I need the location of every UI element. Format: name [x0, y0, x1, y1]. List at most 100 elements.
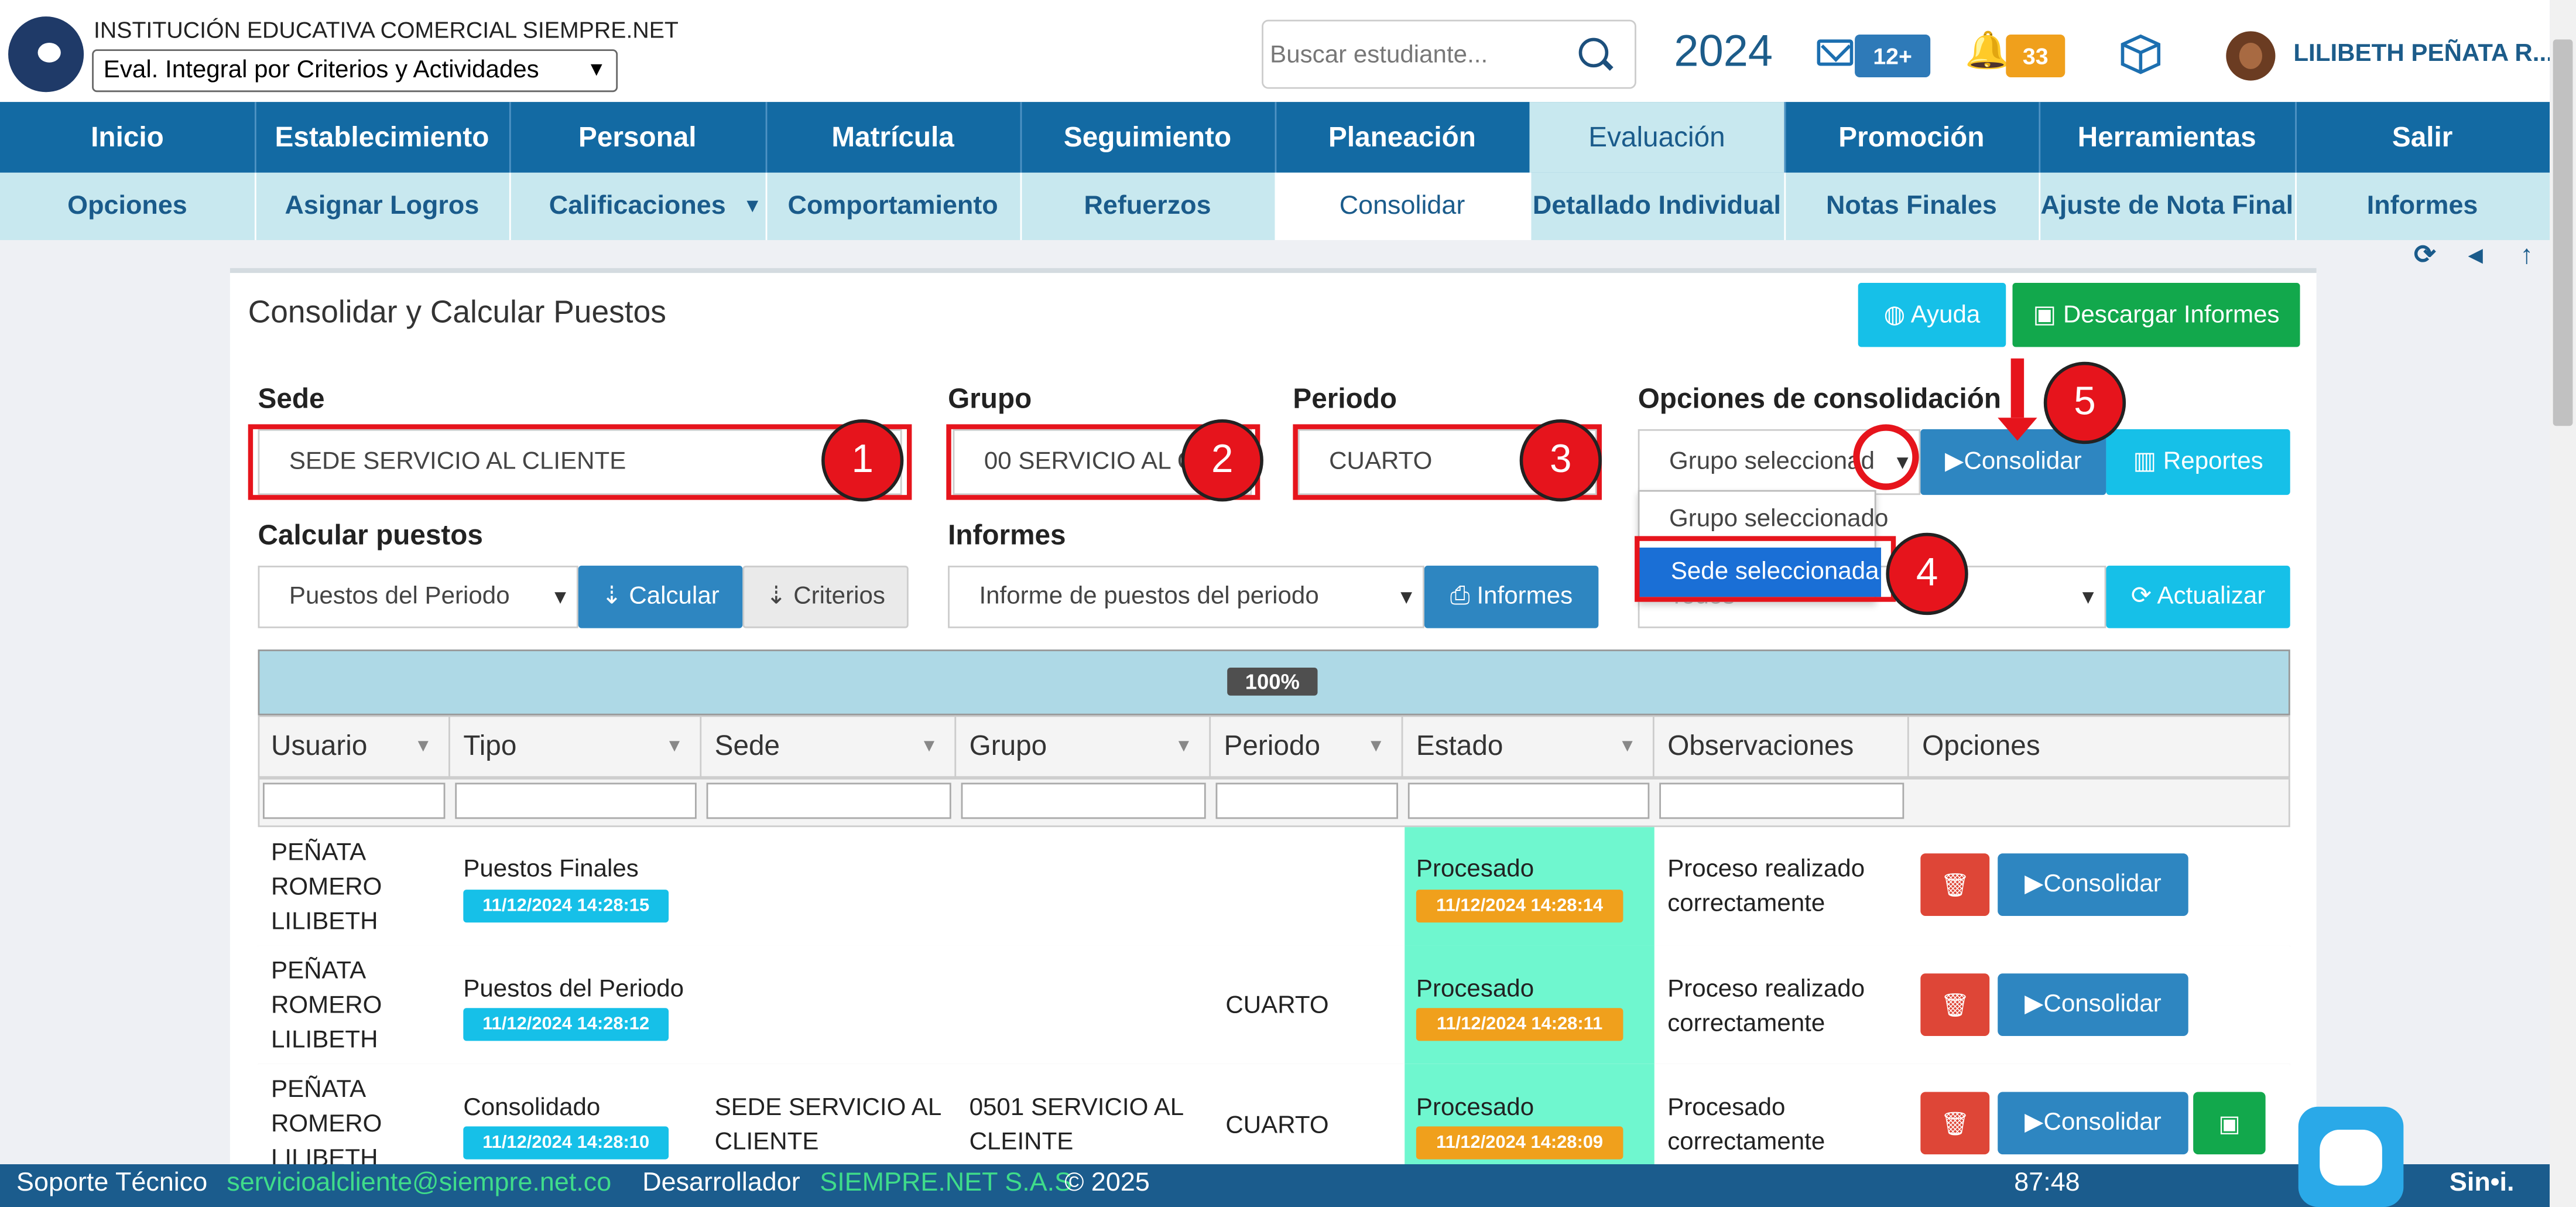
filter-tipo-input[interactable]	[455, 782, 697, 819]
calc-type-select[interactable]: Puestos del Periodo ▼	[258, 565, 578, 628]
chat-bubble-icon[interactable]	[2298, 1106, 2404, 1207]
criteria-button[interactable]: ⇣ Criterios	[742, 565, 909, 628]
chevron-down-icon: ▼	[1396, 585, 1416, 608]
excel-export-button[interactable]: ▣	[2193, 1092, 2266, 1155]
filter-observaciones-input[interactable]	[1659, 782, 1904, 819]
delete-button[interactable]: 🗑	[1920, 853, 1990, 917]
row-consolidate-button[interactable]: ▶Consolidar	[1998, 973, 2188, 1036]
periodo-label: Periodo	[1293, 383, 1397, 415]
mail-count-badge[interactable]: 12+	[1855, 34, 1931, 77]
excel-file-icon: ▣	[2218, 1110, 2241, 1137]
filter-periodo-input[interactable]	[1215, 782, 1399, 819]
filter-icon[interactable]: ▼	[1618, 715, 1636, 778]
observation-line: Procesado	[1667, 1093, 1786, 1121]
subnav-comportamiento[interactable]: Comportamiento	[766, 172, 1022, 240]
delete-button[interactable]: 🗑	[1920, 1092, 1990, 1155]
cube-icon[interactable]	[2119, 33, 2162, 76]
nav-personal[interactable]: Personal	[509, 102, 768, 173]
nav-establecimiento[interactable]: Establecimiento	[255, 102, 511, 173]
developer-link[interactable]: SIEMPRE.NET S.A.S	[820, 1169, 1072, 1199]
row-consolidate-button[interactable]: ▶Consolidar	[1998, 1092, 2188, 1155]
help-button[interactable]: ◍ Ayuda	[1858, 282, 2006, 347]
col-grupo[interactable]: Grupo ▼	[956, 715, 1211, 778]
scrollbar-thumb[interactable]	[2553, 39, 2573, 426]
refresh-button[interactable]: ⟳ Actualizar	[2106, 565, 2290, 628]
session-timer: 87:48	[2014, 1169, 2080, 1198]
col-sede[interactable]: Sede ▼	[701, 715, 957, 778]
user-line: ROMERO	[271, 873, 382, 901]
refresh-icon[interactable]: ⟳	[2407, 240, 2443, 273]
row-consolidate-button[interactable]: ▶Consolidar	[1998, 853, 2188, 917]
subnav-asignar-logros[interactable]: Asignar Logros	[255, 172, 511, 240]
calculate-button[interactable]: ⇣ Calcular	[578, 565, 743, 628]
nav-matricula[interactable]: Matrícula	[766, 102, 1022, 173]
user-avatar[interactable]	[2226, 31, 2276, 81]
highlight-box-1	[248, 424, 912, 500]
caret-down-icon[interactable]: ▼	[743, 173, 762, 240]
institution-logo[interactable]	[8, 16, 84, 93]
reports-button[interactable]: ▥ Reportes	[2106, 429, 2290, 495]
filter-estado-input[interactable]	[1407, 782, 1650, 819]
filter-icon[interactable]: ▼	[414, 715, 432, 778]
report-type-select[interactable]: Informe de puestos del periodo ▼	[948, 565, 1424, 628]
nav-promocion[interactable]: Promoción	[1784, 102, 2041, 173]
arrow-up-icon[interactable]: ↑	[2509, 240, 2545, 273]
col-periodo[interactable]: Periodo ▼	[1211, 715, 1403, 778]
subnav-informes[interactable]: Informes	[2295, 173, 2550, 240]
type-cell: Puestos del Periodo	[463, 975, 684, 1003]
status-text: Procesado	[1416, 1093, 1534, 1121]
filter-usuario-input[interactable]	[262, 782, 446, 819]
support-email-link[interactable]: servicioalcliente@siempre.net.co	[227, 1169, 611, 1199]
evaluation-type-select[interactable]: Eval. Integral por Criterios y Actividad…	[92, 49, 618, 93]
observation-line: correctamente	[1667, 890, 1825, 918]
col-tipo-label: Tipo	[463, 730, 517, 762]
col-observaciones[interactable]: Observaciones	[1654, 715, 1909, 778]
year-label[interactable]: 2024	[1674, 26, 1773, 77]
subnav-opciones[interactable]: Opciones	[0, 172, 256, 240]
nav-inicio[interactable]: Inicio	[0, 102, 256, 173]
nav-evaluacion[interactable]: Evaluación	[1529, 102, 1786, 173]
observation-cell: Proceso realizado correctamente	[1667, 852, 1865, 921]
row-consolidate-label: Consolidar	[2043, 1108, 2161, 1137]
filter-icon[interactable]: ▼	[920, 715, 938, 778]
col-tipo[interactable]: Tipo ▼	[450, 715, 702, 778]
notification-count-badge[interactable]: 33	[2006, 34, 2065, 77]
col-estado[interactable]: Estado ▼	[1403, 715, 1654, 778]
observation-line: correctamente	[1667, 1128, 1825, 1156]
option-grupo-seleccionado[interactable]: Grupo seleccionado	[1669, 505, 1888, 533]
user-line: LILIBETH	[271, 907, 378, 936]
consolidation-option-value: Grupo seleccionad	[1669, 447, 1875, 476]
nav-seguimiento[interactable]: Seguimiento	[1020, 102, 1277, 173]
nav-salir[interactable]: Salir	[2295, 102, 2550, 173]
subnav-notas-finales[interactable]: Notas Finales	[1784, 172, 2041, 240]
filter-grupo-input[interactable]	[961, 782, 1206, 819]
subnav-detallado-individual[interactable]: Detallado Individual	[1529, 172, 1786, 240]
user-name[interactable]: LILIBETH PEÑATA R...	[2293, 39, 2553, 67]
search-icon[interactable]	[1578, 37, 1609, 68]
student-search-input[interactable]: Buscar estudiante...	[1262, 19, 1636, 89]
subnav-calificaciones[interactable]: Calificaciones ▼	[509, 172, 768, 240]
subnav-consolidar[interactable]: Consolidar	[1275, 172, 1532, 240]
bar-chart-icon: ▥	[2133, 447, 2163, 476]
observation-line: Proceso realizado	[1667, 975, 1865, 1003]
reports-button-label: Reportes	[2163, 447, 2263, 476]
col-usuario[interactable]: Usuario ▼	[258, 715, 450, 778]
filter-icon[interactable]: ▼	[666, 715, 684, 778]
nav-planeacion[interactable]: Planeación	[1275, 102, 1532, 173]
mail-icon[interactable]	[1817, 39, 1854, 66]
report-type-value: Informe de puestos del periodo	[979, 582, 1319, 610]
sede-label: Sede	[258, 383, 325, 415]
bell-icon[interactable]: 🔔	[1965, 32, 2010, 69]
subnav-ajuste-nota-final[interactable]: Ajuste de Nota Final	[2039, 172, 2297, 240]
subnav-refuerzos[interactable]: Refuerzos	[1020, 172, 1277, 240]
back-icon[interactable]: ◂	[2458, 240, 2494, 273]
step-marker-4: 4	[1886, 532, 1968, 616]
nav-herramientas[interactable]: Herramientas	[2039, 102, 2297, 173]
delete-button[interactable]: 🗑	[1920, 973, 1990, 1036]
filter-sede-input[interactable]	[706, 782, 951, 819]
filter-icon[interactable]: ▼	[1175, 715, 1193, 778]
download-reports-button[interactable]: ▣ Descargar Informes	[2012, 282, 2300, 347]
institution-name: INSTITUCIÓN EDUCATIVA COMERCIAL SIEMPRE.…	[93, 16, 679, 43]
filter-icon[interactable]: ▼	[1367, 715, 1385, 778]
print-reports-button[interactable]: ⎙ Informes	[1424, 565, 1599, 628]
